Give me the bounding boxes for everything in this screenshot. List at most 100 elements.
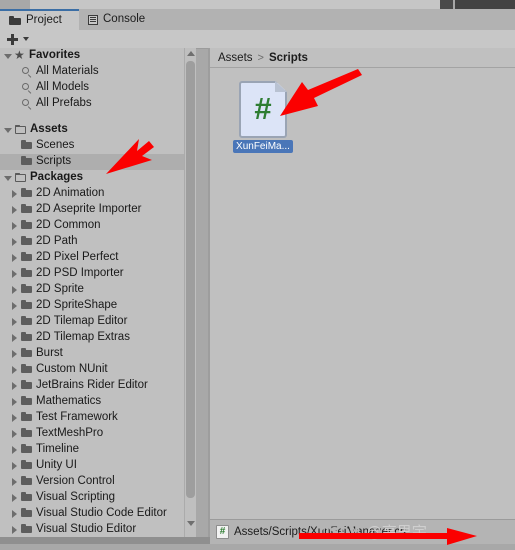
twisty-collapsed-icon[interactable] (9, 394, 20, 410)
window-chrome-strip (0, 0, 515, 9)
tree-item-test-framework[interactable]: Test Framework (0, 410, 196, 426)
tree-item-2d-sprite[interactable]: 2D Sprite (0, 282, 196, 298)
twisty-placeholder (9, 96, 20, 112)
tree-item-label: Timeline (36, 443, 80, 456)
tree-item-2d-animation[interactable]: 2D Animation (0, 186, 196, 202)
tree-item-all-materials[interactable]: All Materials (0, 64, 196, 80)
chevron-down-icon[interactable] (23, 37, 29, 41)
tree-item-all-models[interactable]: All Models (0, 80, 196, 96)
tree-item-label: 2D Aseprite Importer (36, 203, 142, 216)
tree-item-label: Visual Scripting (36, 491, 116, 504)
scrollbar-thumb[interactable] (186, 61, 195, 498)
twisty-collapsed-icon[interactable] (9, 362, 20, 378)
folder-icon (20, 426, 34, 442)
tree-item-2d-tilemap-editor[interactable]: 2D Tilemap Editor (0, 314, 196, 330)
search-icon (20, 64, 34, 80)
tree-item-2d-common[interactable]: 2D Common (0, 218, 196, 234)
twisty-collapsed-icon[interactable] (9, 218, 20, 234)
tree-group-packages[interactable]: Packages (0, 170, 196, 186)
tree-item-label: 2D PSD Importer (36, 267, 124, 280)
tree-item-burst[interactable]: Burst (0, 346, 196, 362)
tree-item-visual-studio-code-editor[interactable]: Visual Studio Code Editor (0, 506, 196, 522)
tree-item-version-control[interactable]: Version Control (0, 474, 196, 490)
breadcrumb-scripts[interactable]: Scripts (269, 52, 308, 64)
tree-item-label: Visual Studio Editor (36, 523, 137, 536)
tree-item-2d-aseprite-importer[interactable]: 2D Aseprite Importer (0, 202, 196, 218)
twisty-expanded-icon[interactable] (3, 48, 14, 64)
tree-group-assets[interactable]: Assets (0, 122, 196, 138)
tree-item-scenes[interactable]: Scenes (0, 138, 196, 154)
twisty-placeholder (9, 154, 20, 170)
tree-item-2d-path[interactable]: 2D Path (0, 234, 196, 250)
tree-item-label: Favorites (29, 49, 81, 62)
tree-item-label: Packages (30, 171, 84, 184)
tree-item-2d-tilemap-extras[interactable]: 2D Tilemap Extras (0, 330, 196, 346)
twisty-collapsed-icon[interactable] (9, 490, 20, 506)
twisty-collapsed-icon[interactable] (9, 442, 20, 458)
twisty-collapsed-icon[interactable] (9, 458, 20, 474)
twisty-collapsed-icon[interactable] (9, 474, 20, 490)
twisty-collapsed-icon[interactable] (9, 426, 20, 442)
status-bar: # Assets/Scripts/XunFeiManager.cs (210, 519, 515, 544)
twisty-expanded-icon[interactable] (3, 170, 14, 186)
folder-icon (20, 394, 34, 410)
tree-item-textmeshpro[interactable]: TextMeshPro (0, 426, 196, 442)
twisty-collapsed-icon[interactable] (9, 250, 20, 266)
twisty-expanded-icon[interactable] (3, 122, 14, 138)
twisty-collapsed-icon[interactable] (9, 378, 20, 394)
asset-item-xunfeimanager[interactable]: # XunFeiMa... (228, 81, 298, 153)
tree-item-scripts[interactable]: Scripts (0, 154, 196, 170)
tree-item-label: Test Framework (36, 411, 118, 424)
tab-project[interactable]: Project (0, 9, 79, 30)
tree-item-visual-studio-editor[interactable]: Visual Studio Editor (0, 522, 196, 538)
scroll-down-arrow-icon[interactable] (187, 521, 195, 526)
twisty-collapsed-icon[interactable] (9, 298, 20, 314)
tree-item-2d-spriteshape[interactable]: 2D SpriteShape (0, 298, 196, 314)
tree-item-visual-scripting[interactable]: Visual Scripting (0, 490, 196, 506)
twisty-collapsed-icon[interactable] (9, 314, 20, 330)
tree-item-custom-nunit[interactable]: Custom NUnit (0, 362, 196, 378)
chrome-dark-block-2 (455, 0, 515, 9)
tree-item-2d-pixel-perfect[interactable]: 2D Pixel Perfect (0, 250, 196, 266)
folder-icon (20, 298, 34, 314)
tree-vertical-scrollbar[interactable] (184, 48, 196, 544)
tree-item-label: All Models (36, 81, 90, 94)
folder-icon (20, 250, 34, 266)
folder-icon (20, 442, 34, 458)
twisty-collapsed-icon[interactable] (9, 266, 20, 282)
tree-item-label: 2D Tilemap Editor (36, 315, 128, 328)
tree-item-2d-psd-importer[interactable]: 2D PSD Importer (0, 266, 196, 282)
twisty-collapsed-icon[interactable] (9, 234, 20, 250)
tree-item-unity-ui[interactable]: Unity UI (0, 458, 196, 474)
tab-console[interactable]: Console (79, 9, 175, 30)
twisty-collapsed-icon[interactable] (9, 202, 20, 218)
breadcrumb-assets[interactable]: Assets (218, 52, 253, 64)
asset-label: XunFeiMa... (233, 140, 293, 153)
folder-icon (20, 186, 34, 202)
scroll-up-arrow-icon[interactable] (187, 51, 195, 56)
tree-item-timeline[interactable]: Timeline (0, 442, 196, 458)
tree-group-favorites[interactable]: Favorites (0, 48, 196, 64)
twisty-collapsed-icon[interactable] (9, 346, 20, 362)
folder-icon (20, 346, 34, 362)
status-path-label: Assets/Scripts/XunFeiManager.cs (234, 526, 406, 538)
twisty-collapsed-icon[interactable] (9, 186, 20, 202)
twisty-collapsed-icon[interactable] (9, 522, 20, 538)
twisty-collapsed-icon[interactable] (9, 506, 20, 522)
twisty-collapsed-icon[interactable] (9, 410, 20, 426)
folder-icon (20, 330, 34, 346)
tree-item-jetbrains-rider-editor[interactable]: JetBrains Rider Editor (0, 378, 196, 394)
twisty-collapsed-icon[interactable] (9, 282, 20, 298)
add-asset-button[interactable] (4, 31, 21, 47)
tree-item-all-prefabs[interactable]: All Prefabs (0, 96, 196, 112)
tree-item-mathematics[interactable]: Mathematics (0, 394, 196, 410)
twisty-collapsed-icon[interactable] (9, 330, 20, 346)
